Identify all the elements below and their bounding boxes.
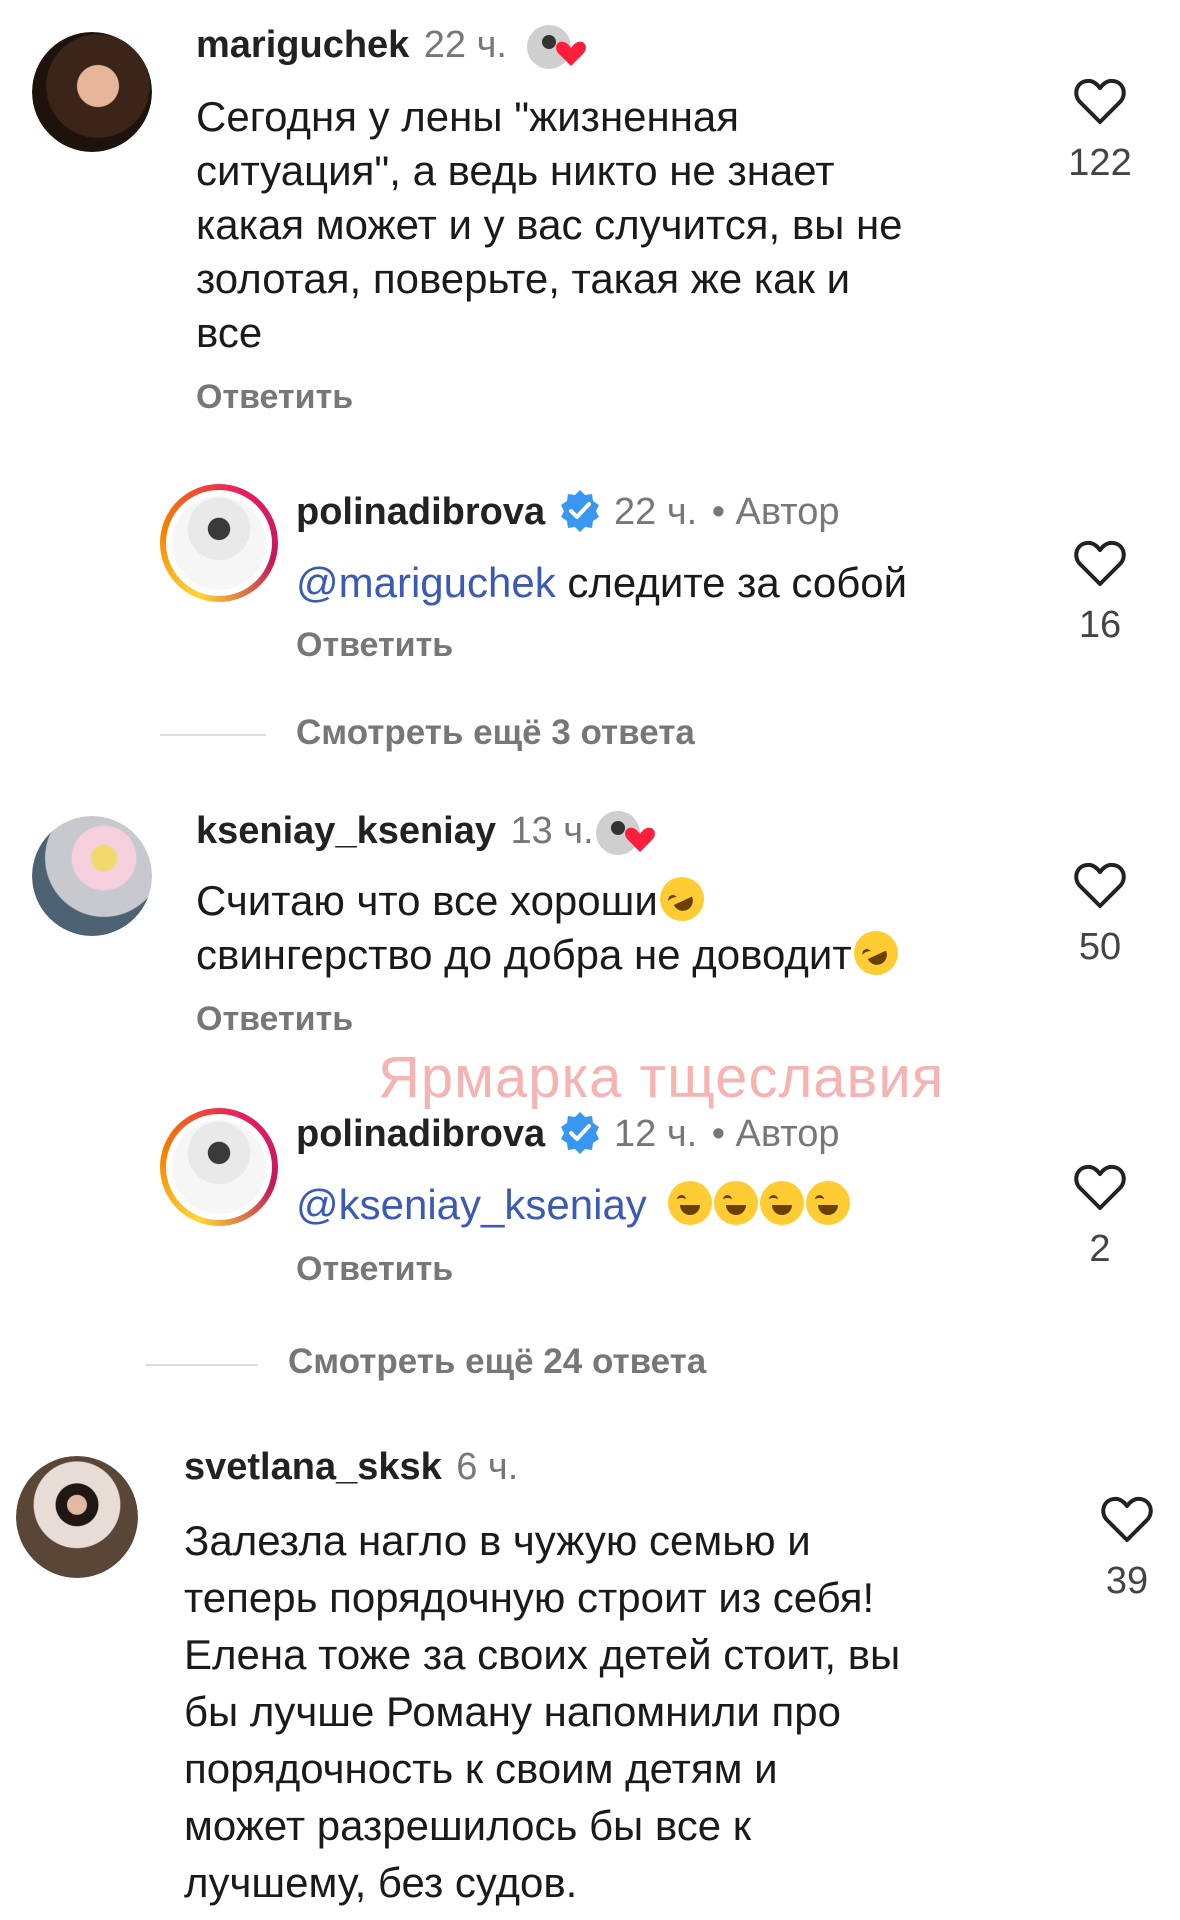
like-count: 50 — [1078, 926, 1122, 968]
like-icon[interactable] — [1073, 860, 1127, 910]
avatar[interactable] — [32, 32, 152, 152]
username[interactable]: polinadibrova — [296, 1113, 545, 1155]
comment-header: kseniay_kseniay 13 ч. — [196, 810, 594, 853]
author-label: • Автор — [711, 1113, 840, 1155]
comment-line: свингерство до добра не доводит — [196, 931, 852, 978]
like-count: 39 — [1105, 1560, 1149, 1602]
verified-icon — [560, 1112, 599, 1154]
reply-button[interactable]: Ответить — [196, 378, 353, 417]
comment-line: какая может и у вас случится, вы не — [196, 201, 903, 248]
comment-text: Сегодня у лены "жизненная ситуация", а в… — [196, 90, 903, 360]
timestamp: 22 ч. — [423, 24, 507, 66]
laughing-emoji-icon — [806, 1181, 851, 1225]
divider — [160, 734, 266, 736]
comment-line: Сегодня у лены "жизненная — [196, 93, 739, 140]
comment-line: ситуация", а ведь никто не знает — [196, 147, 835, 194]
comment-text: @mariguchek следите за собой — [296, 556, 907, 610]
timestamp: 22 ч. — [614, 491, 698, 533]
like-count: 16 — [1078, 604, 1122, 646]
rofl-emoji-icon — [846, 923, 905, 983]
view-more-replies-button[interactable]: Смотреть ещё 3 ответа — [296, 713, 695, 753]
comment-line: бы лучше Роману напомнили про — [184, 1688, 841, 1735]
comment-line: Елена тоже за своих детей стоит, вы — [184, 1631, 901, 1678]
like-count: 2 — [1089, 1228, 1111, 1270]
like-count: 122 — [1068, 142, 1132, 184]
rofl-emoji-icon — [652, 869, 712, 929]
reply-button[interactable]: Ответить — [296, 626, 453, 665]
comment-text: @kseniay_kseniay — [296, 1178, 851, 1232]
view-more-replies-button[interactable]: Смотреть ещё 24 ответа — [288, 1342, 706, 1382]
timestamp: 12 ч. — [614, 1113, 698, 1155]
avatar[interactable] — [160, 484, 278, 602]
laughing-emoji-icon — [760, 1181, 805, 1225]
laughing-emoji-icon — [668, 1181, 713, 1225]
author-label: • Автор — [711, 491, 840, 533]
timestamp: 6 ч. — [456, 1446, 519, 1488]
username[interactable]: svetlana_sksk — [184, 1446, 442, 1488]
comment-header: svetlana_sksk 6 ч. — [184, 1446, 518, 1489]
comment-line: может разрешилось бы все к — [184, 1802, 752, 1849]
timestamp: 13 ч. — [510, 810, 594, 852]
mention-link[interactable]: @mariguchek — [296, 559, 556, 606]
username[interactable]: kseniay_kseniay — [196, 810, 496, 852]
laughing-emoji-icon — [714, 1181, 759, 1225]
reply-button[interactable]: Ответить — [296, 1250, 453, 1289]
comment-text: Залезла нагло в чужую семью и теперь пор… — [184, 1512, 900, 1911]
like-icon[interactable] — [1073, 76, 1127, 126]
like-icon[interactable] — [1100, 1494, 1154, 1544]
comment-text: Считаю что все хороши свингерство до доб… — [196, 869, 905, 983]
reply-button[interactable]: Ответить — [196, 1000, 353, 1039]
mention-link[interactable]: @kseniay_kseniay — [296, 1181, 647, 1228]
like-icon[interactable] — [1073, 538, 1127, 588]
verified-icon — [560, 490, 599, 532]
comment-line: Считаю что все хороши — [196, 877, 658, 924]
watermark: Ярмарка тщеславия — [378, 1045, 945, 1110]
author-liked-badge — [594, 808, 660, 858]
comment-line: теперь порядочную строит из себя! — [184, 1574, 875, 1621]
username[interactable]: mariguchek — [196, 24, 409, 66]
author-liked-badge — [525, 22, 591, 72]
comment-line: все — [196, 309, 263, 356]
username[interactable]: polinadibrova — [296, 491, 545, 533]
comment-header: polinadibrova 22 ч. • Автор — [296, 488, 840, 534]
avatar[interactable] — [32, 816, 152, 936]
comment-line: порядочность к своим детям и — [184, 1745, 778, 1792]
comment-line: следите за собой — [555, 559, 908, 606]
comment-line: лучшему, без судов. — [184, 1859, 578, 1906]
avatar[interactable] — [16, 1456, 138, 1578]
divider — [146, 1364, 258, 1366]
avatar[interactable] — [160, 1108, 278, 1226]
comment-header: mariguchek 22 ч. — [196, 24, 507, 67]
like-icon[interactable] — [1073, 1162, 1127, 1212]
comment-line: золотая, поверьте, такая же как и — [196, 255, 851, 302]
comment-line: Залезла нагло в чужую семью и — [184, 1517, 811, 1564]
comment-header: polinadibrova 12 ч. • Автор — [296, 1110, 840, 1156]
